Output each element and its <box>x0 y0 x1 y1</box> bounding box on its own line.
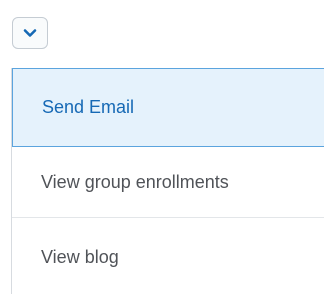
menu-toggle-button[interactable] <box>12 17 48 49</box>
menu-item-view-group-enrollments[interactable]: View group enrollments <box>12 147 324 217</box>
menu-item-label: Send Email <box>42 97 135 117</box>
dropdown-menu: Send Email View group enrollments View b… <box>11 68 324 294</box>
menu-item-send-email[interactable]: Send Email <box>12 68 324 147</box>
page: Send Email View group enrollments View b… <box>0 0 324 294</box>
menu-item-view-blog[interactable]: View blog <box>12 217 324 294</box>
menu-item-label: View blog <box>41 247 119 267</box>
menu-item-label: View group enrollments <box>41 171 229 192</box>
chevron-down-icon <box>23 29 37 37</box>
